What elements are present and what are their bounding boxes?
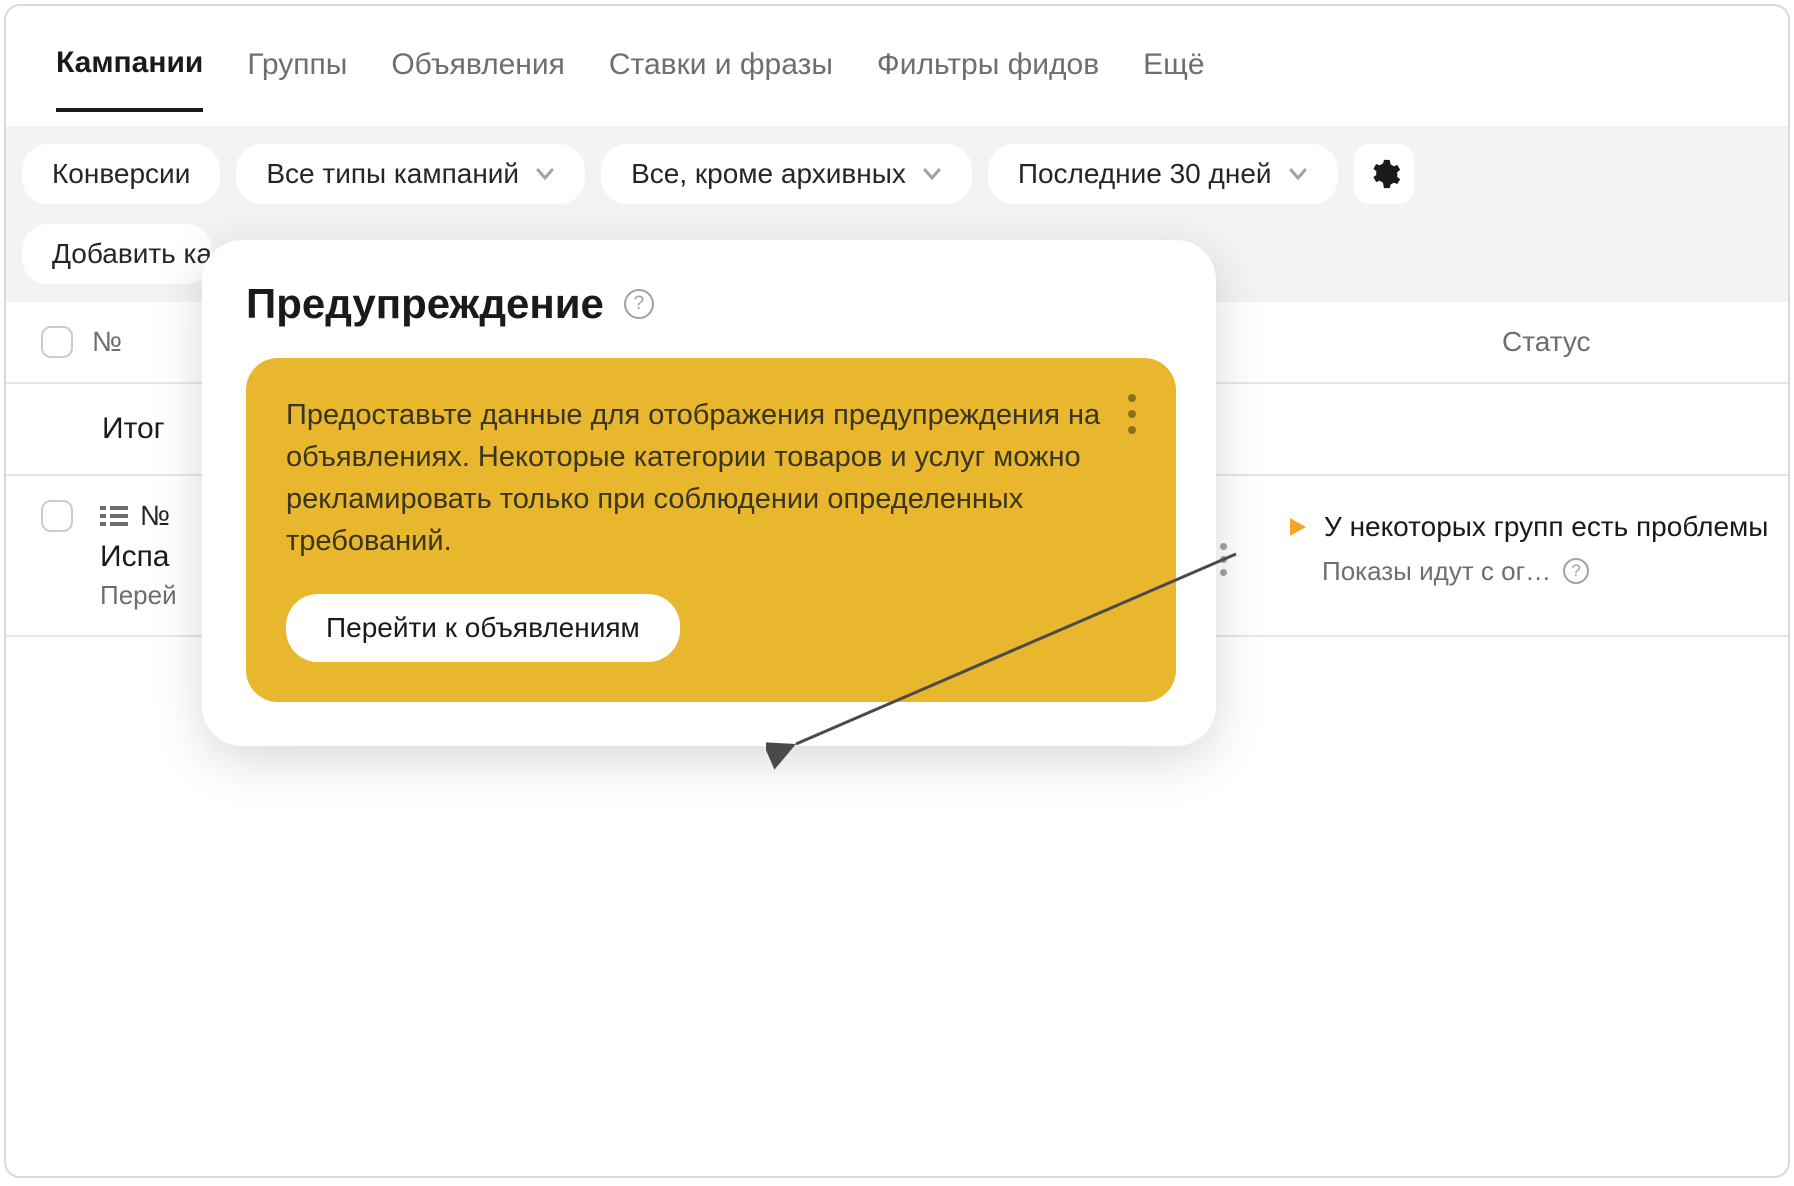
list-icon xyxy=(100,506,128,526)
filter-campaign-types[interactable]: Все типы кампаний xyxy=(236,144,585,204)
warning-card: Предоставьте данные для отображения пред… xyxy=(246,358,1176,702)
popup-title: Предупреждение xyxy=(246,280,604,328)
warning-text: Предоставьте данные для отображения пред… xyxy=(286,394,1106,562)
add-campaign-button[interactable]: Добавить ка xyxy=(22,224,212,284)
filter-conversions[interactable]: Конверсии xyxy=(22,144,220,204)
tab-campaigns[interactable]: Кампании xyxy=(56,46,203,112)
go-to-ads-button[interactable]: Перейти к объявлениям xyxy=(286,594,680,662)
row-checkbox[interactable] xyxy=(41,500,73,532)
tab-ads[interactable]: Объявления xyxy=(391,48,565,110)
row-id: № xyxy=(140,500,170,532)
select-all-checkbox[interactable] xyxy=(41,326,73,358)
chevron-down-icon xyxy=(1288,164,1308,184)
chevron-down-icon xyxy=(922,164,942,184)
tab-groups[interactable]: Группы xyxy=(247,48,347,110)
gear-icon xyxy=(1367,157,1401,191)
totals-label: Итог xyxy=(102,412,165,446)
tab-more[interactable]: Ещё xyxy=(1143,48,1204,110)
main-tabs: Кампании Группы Объявления Ставки и фраз… xyxy=(6,6,1788,126)
filter-bar: Конверсии Все типы кампаний Все, кроме а… xyxy=(6,126,1788,214)
filter-label: Последние 30 дней xyxy=(1018,158,1272,190)
settings-button[interactable] xyxy=(1354,144,1414,204)
warning-kebab-menu[interactable] xyxy=(1128,394,1136,442)
row-title[interactable]: Испа xyxy=(100,540,177,574)
status-sub-text: Показы идут с ог… xyxy=(1322,556,1551,587)
warning-popup: Предупреждение ? Предоставьте данные для… xyxy=(202,240,1216,746)
filter-label: Все, кроме архивных xyxy=(631,158,906,190)
row-kebab-menu[interactable] xyxy=(1220,540,1228,580)
row-status: У некоторых групп есть проблемы Показы и… xyxy=(1228,508,1768,611)
help-icon[interactable]: ? xyxy=(1563,558,1589,584)
filter-period[interactable]: Последние 30 дней xyxy=(988,144,1338,204)
tab-bids[interactable]: Ставки и фразы xyxy=(609,48,833,110)
warning-triangle-icon xyxy=(1288,516,1308,538)
filter-archive[interactable]: Все, кроме архивных xyxy=(601,144,972,204)
row-link[interactable]: Перей xyxy=(100,580,177,611)
filter-label: Конверсии xyxy=(52,158,190,190)
help-icon[interactable]: ? xyxy=(624,289,654,319)
chevron-down-icon xyxy=(535,164,555,184)
tab-feeds[interactable]: Фильтры фидов xyxy=(877,48,1099,110)
filter-label: Все типы кампаний xyxy=(266,158,519,190)
status-text: У некоторых групп есть проблемы xyxy=(1324,508,1768,546)
